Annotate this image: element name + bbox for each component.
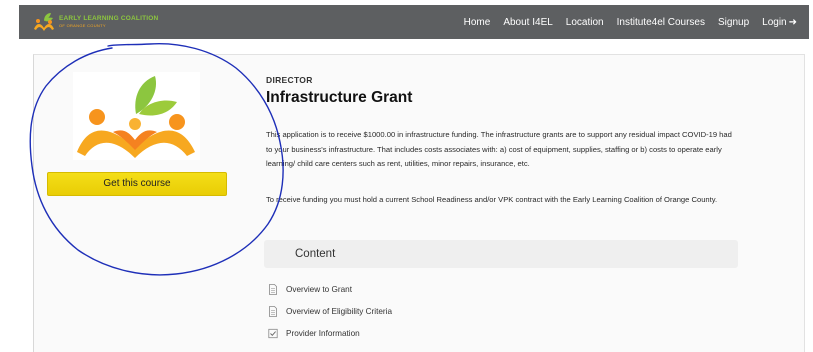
nav-links: Home About I4EL Location Institute4el Co… bbox=[451, 17, 797, 28]
nav-about[interactable]: About I4EL bbox=[503, 17, 552, 28]
nav-home[interactable]: Home bbox=[464, 17, 491, 28]
login-arrow-icon: ➜ bbox=[788, 16, 797, 28]
brand-logo-icon bbox=[34, 13, 54, 31]
nav-courses[interactable]: Institute4el Courses bbox=[617, 17, 705, 28]
document-icon bbox=[269, 306, 277, 317]
nav-login[interactable]: Login ➜ bbox=[762, 17, 797, 28]
course-role: DIRECTOR bbox=[266, 75, 313, 85]
get-course-button[interactable]: Get this course bbox=[47, 172, 227, 196]
lesson-item[interactable]: Overview to Grant bbox=[268, 284, 352, 295]
nav-signup[interactable]: Signup bbox=[718, 17, 749, 28]
course-description: This application is to receive $1000.00 … bbox=[266, 130, 732, 168]
eligibility-note: To receive funding you must hold a curre… bbox=[266, 195, 718, 204]
lesson-label: Provider Information bbox=[286, 329, 360, 338]
brand-name: EARLY LEARNING COALITION bbox=[59, 15, 159, 23]
content-section-heading: Content bbox=[264, 240, 738, 268]
top-navbar: EARLY LEARNING COALITION OF ORANGE COUNT… bbox=[19, 5, 809, 39]
document-icon bbox=[269, 284, 277, 295]
lesson-label: Overview to Grant bbox=[286, 285, 352, 294]
brand[interactable]: EARLY LEARNING COALITION OF ORANGE COUNT… bbox=[33, 5, 158, 39]
lesson-item[interactable]: Overview of Eligibility Criteria bbox=[268, 306, 392, 317]
course-title: Infrastructure Grant bbox=[266, 89, 413, 106]
nav-location[interactable]: Location bbox=[566, 17, 604, 28]
lesson-label: Overview of Eligibility Criteria bbox=[286, 307, 393, 316]
nav-login-label: Login bbox=[762, 16, 787, 28]
checkbox-icon bbox=[268, 328, 278, 339]
brand-subname: OF ORANGE COUNTY bbox=[59, 22, 106, 28]
course-logo-image bbox=[73, 72, 200, 160]
lesson-item[interactable]: Provider Information bbox=[268, 328, 360, 339]
